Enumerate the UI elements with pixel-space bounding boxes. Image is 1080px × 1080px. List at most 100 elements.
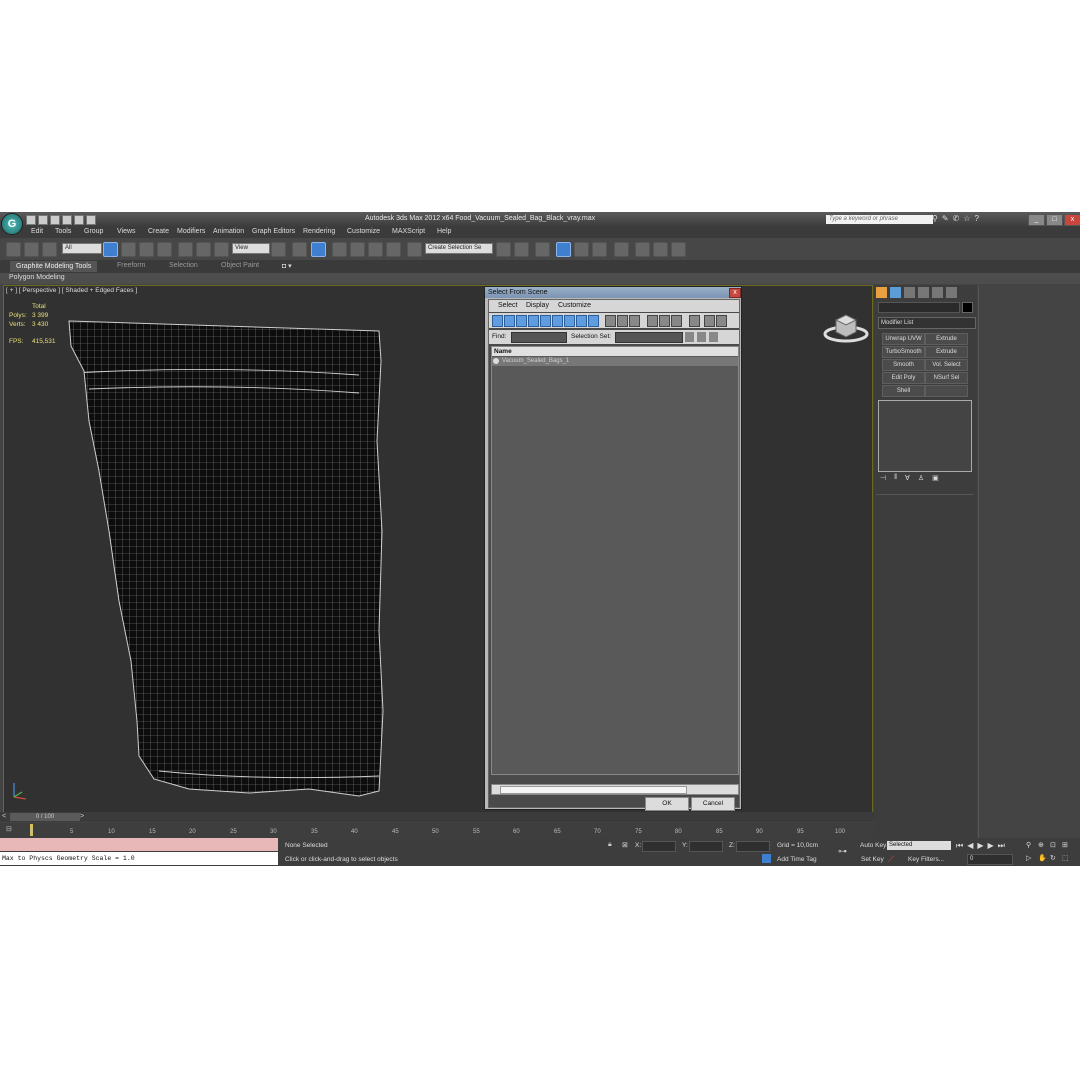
menu-animation[interactable]: Animation <box>213 228 244 235</box>
ok-button[interactable]: OK <box>645 797 689 811</box>
snaps-toggle-icon[interactable] <box>332 242 347 257</box>
auto-key-button[interactable]: Auto Key <box>860 842 886 849</box>
communication-icon[interactable]: ✆ <box>953 214 960 223</box>
display-cameras-icon[interactable] <box>528 315 539 327</box>
link-icon[interactable] <box>6 242 21 257</box>
zoom-extents-all-icon[interactable]: ⊞ <box>1062 841 1074 849</box>
time-slider-thumb[interactable]: 0 / 100 <box>10 813 80 821</box>
display-geometry-icon[interactable] <box>492 315 503 327</box>
rotate-icon[interactable] <box>196 242 211 257</box>
maximize-icon[interactable]: □ <box>1046 214 1063 226</box>
z-coordinate-field[interactable] <box>736 841 770 852</box>
window-crossing-icon[interactable] <box>157 242 172 257</box>
play-icon[interactable]: ▶ <box>977 841 983 851</box>
select-all-icon[interactable] <box>647 315 658 327</box>
create-set-icon[interactable] <box>685 332 694 342</box>
display-helpers-icon[interactable] <box>540 315 551 327</box>
edit-named-selection-icon[interactable] <box>407 242 422 257</box>
prev-frame-icon[interactable]: < <box>2 813 6 820</box>
extrude-button[interactable]: Extrude <box>925 333 968 345</box>
graphite-toggle-icon[interactable] <box>556 242 571 257</box>
redo-icon[interactable] <box>74 215 84 225</box>
ribbon-options-icon[interactable]: ◘ ▾ <box>282 262 292 270</box>
y-coordinate-field[interactable] <box>689 841 723 852</box>
maxscript-listener-output[interactable]: Max to Physcs Geometry Scale = 1.0 <box>0 852 278 865</box>
menu-tools[interactable]: Tools <box>55 228 71 235</box>
nsurf-sel-button[interactable]: NSurf Sel <box>925 372 968 384</box>
dialog-title-bar[interactable]: Select From Scene x <box>485 287 741 298</box>
sync-selection-icon[interactable] <box>689 315 700 327</box>
next-frame-icon[interactable]: > <box>80 813 84 820</box>
vacuum-sealed-bag-mesh[interactable] <box>59 301 394 813</box>
time-slider[interactable]: < 0 / 100 > <box>0 812 874 822</box>
search-input[interactable]: Type a keyword or phrase <box>826 215 933 224</box>
percent-snap-icon[interactable] <box>368 242 383 257</box>
scrollbar-thumb[interactable] <box>500 786 687 794</box>
shell-button[interactable]: Shell <box>882 385 925 397</box>
track-bar[interactable]: ⊟ 0 5 10 15 20 25 30 35 40 45 50 55 60 6… <box>0 823 874 838</box>
viewport-label[interactable]: [ + ] [ Perspective ] [ Shaded + Edged F… <box>6 287 137 294</box>
utilities-tab-icon[interactable] <box>946 287 957 298</box>
list-item[interactable]: Vacuum_Sealed_Bags_1 <box>492 357 738 366</box>
minimize-icon[interactable]: _ <box>1028 214 1045 226</box>
perspective-viewport[interactable]: [ + ] [ Perspective ] [ Shaded + Edged F… <box>3 285 873 813</box>
render-setup-icon[interactable] <box>635 242 650 257</box>
close-icon[interactable]: x <box>1064 214 1080 226</box>
dialog-menu-display[interactable]: Display <box>526 302 549 309</box>
display-all-icon[interactable] <box>605 315 616 327</box>
filter-icon[interactable] <box>704 315 715 327</box>
select-invert-icon[interactable] <box>671 315 682 327</box>
material-editor-icon[interactable] <box>614 242 629 257</box>
layer-manager-icon[interactable] <box>535 242 550 257</box>
go-to-end-icon[interactable]: ⏭ <box>998 841 1005 851</box>
unwrap-uvw-button[interactable]: Unwrap UVW <box>882 333 925 345</box>
delete-set-icon[interactable] <box>709 332 718 342</box>
display-lights-icon[interactable] <box>516 315 527 327</box>
menu-views[interactable]: Views <box>117 228 136 235</box>
schematic-view-icon[interactable] <box>592 242 607 257</box>
edit-poly-button[interactable]: Edit Poly <box>882 372 925 384</box>
key-filters-button[interactable]: Key Filters... <box>908 856 944 863</box>
project-icon[interactable] <box>86 215 96 225</box>
remove-modifier-icon[interactable]: ♙ <box>918 474 924 482</box>
selection-lock-icon[interactable]: 🔒︎ <box>608 841 612 849</box>
key-mode-dropdown[interactable]: Selected <box>887 841 951 850</box>
edit-set-icon[interactable] <box>697 332 706 342</box>
object-color-swatch[interactable] <box>962 302 973 313</box>
select-manipulate-icon[interactable] <box>292 242 307 257</box>
new-icon[interactable] <box>26 215 36 225</box>
menu-modifiers[interactable]: Modifiers <box>177 228 205 235</box>
keyboard-shortcut-override-icon[interactable] <box>311 242 326 257</box>
object-name-field[interactable] <box>878 302 960 313</box>
zoom-extents-icon[interactable]: ⊡ <box>1050 841 1062 849</box>
go-to-start-icon[interactable]: ⏮ <box>956 841 963 851</box>
x-coordinate-field[interactable] <box>642 841 676 852</box>
display-none-icon[interactable] <box>617 315 628 327</box>
render-production-icon[interactable] <box>671 242 686 257</box>
menu-maxscript[interactable]: MAXScript <box>392 228 425 235</box>
save-icon[interactable] <box>50 215 60 225</box>
time-tag-icon[interactable] <box>762 854 771 863</box>
next-frame-icon[interactable]: ▶ <box>988 841 994 851</box>
selection-set-dropdown[interactable] <box>615 332 683 343</box>
modify-tab-icon[interactable] <box>890 287 901 298</box>
vol-select-button[interactable]: Vol. Select <box>925 359 968 371</box>
tab-selection[interactable]: Selection <box>169 262 198 269</box>
align-icon[interactable] <box>514 242 529 257</box>
display-shapes-icon[interactable] <box>504 315 515 327</box>
set-key-button[interactable]: Set Key <box>861 856 884 863</box>
select-object-icon[interactable] <box>103 242 118 257</box>
extrude-button-2[interactable]: Extrude <box>925 346 968 358</box>
menu-group[interactable]: Group <box>84 228 103 235</box>
scale-icon[interactable] <box>214 242 229 257</box>
zoom-icon[interactable]: ⚲ <box>1026 841 1038 849</box>
pivot-center-icon[interactable] <box>271 242 286 257</box>
menu-help[interactable]: Help <box>437 228 451 235</box>
show-end-result-icon[interactable]: ‖ <box>894 474 897 482</box>
empty-modifier-button[interactable] <box>925 385 968 397</box>
reference-coordinate-dropdown[interactable]: View <box>232 243 270 254</box>
current-frame-field[interactable]: 0 <box>967 854 1013 865</box>
configure-modifier-sets-icon[interactable]: ▣ <box>932 474 939 482</box>
dialog-close-button[interactable]: x <box>729 288 741 298</box>
display-bones-icon[interactable] <box>588 315 599 327</box>
